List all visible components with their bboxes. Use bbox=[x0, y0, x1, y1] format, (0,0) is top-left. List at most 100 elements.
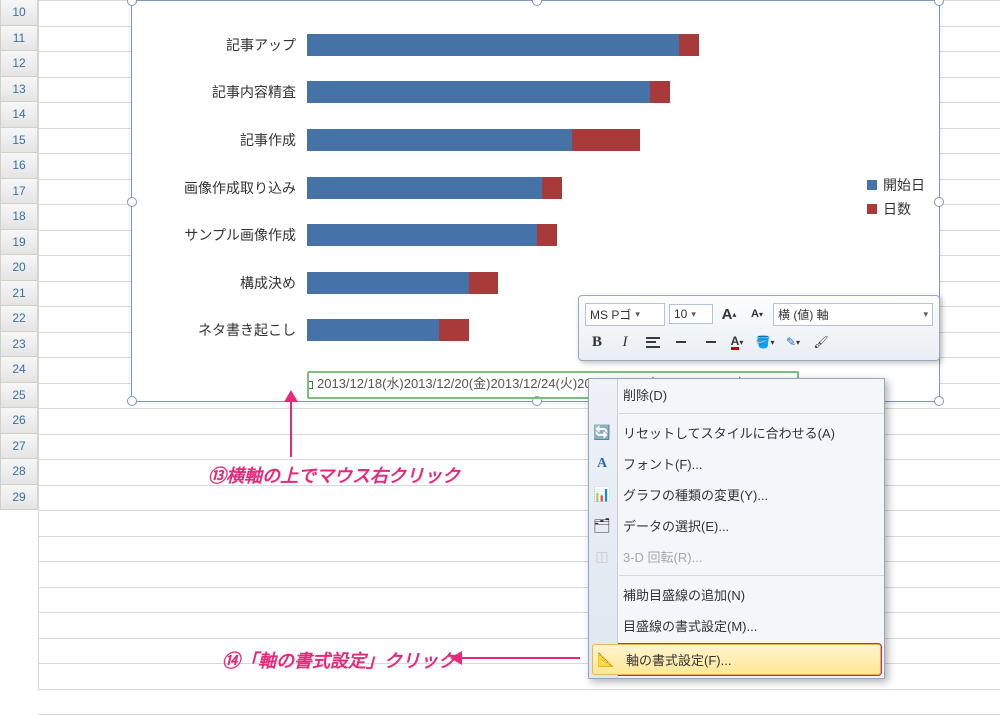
bar-series-a[interactable] bbox=[307, 224, 537, 246]
row-header[interactable]: 26 bbox=[0, 408, 38, 434]
context-menu: 削除(D) 🔄リセットしてスタイルに合わせる(A) Aフォント(F)... 📊グ… bbox=[588, 378, 885, 679]
row-header[interactable]: 12 bbox=[0, 51, 38, 77]
align-right-button[interactable] bbox=[697, 330, 721, 354]
y-tick: ネタ書き起こし bbox=[198, 320, 296, 340]
bar-series-b[interactable] bbox=[542, 177, 562, 199]
row-header[interactable]: 16 bbox=[0, 153, 38, 179]
resize-handle[interactable] bbox=[127, 396, 137, 406]
bar-series-a[interactable] bbox=[307, 272, 469, 294]
menu-reset-style[interactable]: 🔄リセットしてスタイルに合わせる(A) bbox=[589, 417, 884, 448]
menu-add-minor-gridlines[interactable]: 補助目盛線の追加(N) bbox=[589, 579, 884, 610]
row-header[interactable]: 11 bbox=[0, 26, 38, 52]
menu-format-axis[interactable]: 📐軸の書式設定(F)... bbox=[592, 644, 881, 675]
row-header[interactable]: 19 bbox=[0, 230, 38, 256]
menu-change-chart-type[interactable]: 📊グラフの種類の変更(Y)... bbox=[589, 479, 884, 510]
row-header[interactable]: 10 bbox=[0, 0, 38, 26]
annotation-13: ⑬横軸の上でマウス右クリック bbox=[208, 462, 460, 488]
row-header[interactable]: 24 bbox=[0, 357, 38, 383]
arrow-line bbox=[290, 397, 292, 457]
bar-series-a[interactable] bbox=[307, 177, 542, 199]
row-header[interactable]: 15 bbox=[0, 128, 38, 154]
pencil-icon: ✎ bbox=[786, 335, 796, 349]
row-header[interactable]: 14 bbox=[0, 102, 38, 128]
bar-series-b[interactable] bbox=[469, 272, 498, 294]
legend-swatch bbox=[867, 204, 877, 214]
bar-row[interactable] bbox=[307, 224, 797, 246]
bar-series-a[interactable] bbox=[307, 81, 650, 103]
align-left-button[interactable] bbox=[641, 330, 665, 354]
axis-handle[interactable] bbox=[307, 381, 313, 389]
legend-item[interactable]: 開始日 bbox=[867, 175, 925, 195]
bar-series-b[interactable] bbox=[439, 319, 468, 341]
bar-series-a[interactable] bbox=[307, 34, 679, 56]
legend-label: 開始日 bbox=[883, 175, 925, 195]
menu-3d-rotation: ◫3-D 回転(R)... bbox=[589, 541, 884, 572]
menu-delete[interactable]: 削除(D) bbox=[589, 379, 884, 410]
bar-row[interactable] bbox=[307, 272, 797, 294]
bar-series-b[interactable] bbox=[679, 34, 699, 56]
legend-swatch bbox=[867, 180, 877, 190]
resize-handle[interactable] bbox=[934, 197, 944, 207]
resize-handle[interactable] bbox=[127, 0, 137, 6]
row-header[interactable]: 25 bbox=[0, 383, 38, 409]
align-center-button[interactable] bbox=[669, 330, 693, 354]
row-header[interactable]: 27 bbox=[0, 434, 38, 460]
bar-row[interactable] bbox=[307, 177, 797, 199]
legend-item[interactable]: 日数 bbox=[867, 199, 925, 219]
row-header[interactable]: 22 bbox=[0, 306, 38, 332]
row-header-gutter: 10 11 12 13 14 15 16 17 18 19 20 21 22 2… bbox=[0, 0, 38, 510]
italic-button[interactable]: I bbox=[613, 330, 637, 354]
menu-separator bbox=[619, 575, 884, 576]
bold-button[interactable]: B bbox=[585, 330, 609, 354]
y-tick: 記事アップ bbox=[226, 35, 296, 55]
select-data-icon: 🗂 bbox=[593, 517, 611, 535]
bar-series-b[interactable] bbox=[650, 81, 670, 103]
chart-legend[interactable]: 開始日 日数 bbox=[867, 171, 925, 223]
row-header[interactable]: 29 bbox=[0, 485, 38, 511]
arrow-line bbox=[460, 657, 580, 659]
font-color-button[interactable]: A▾ bbox=[725, 330, 749, 354]
format-axis-icon: 📐 bbox=[597, 651, 615, 669]
row-header[interactable]: 20 bbox=[0, 255, 38, 281]
row-header[interactable]: 17 bbox=[0, 179, 38, 205]
arrow-head-icon bbox=[450, 651, 462, 665]
y-tick: 構成決め bbox=[240, 273, 296, 293]
row-header[interactable]: 13 bbox=[0, 77, 38, 103]
menu-font[interactable]: Aフォント(F)... bbox=[589, 448, 884, 479]
y-tick: サンプル画像作成 bbox=[184, 225, 296, 245]
fill-color-button[interactable]: 🪣▾ bbox=[753, 330, 777, 354]
shrink-font-button[interactable]: A▾ bbox=[745, 302, 769, 326]
y-axis-labels[interactable]: 記事アップ 記事内容精査 記事作成 画像作成取り込み サンプル画像作成 構成決め… bbox=[132, 21, 302, 361]
resize-handle[interactable] bbox=[532, 0, 542, 6]
bar-series-b[interactable] bbox=[572, 129, 641, 151]
y-tick: 記事内容精査 bbox=[212, 82, 296, 102]
font-size-select[interactable]: 10▾ bbox=[669, 304, 713, 324]
bar-series-a[interactable] bbox=[307, 319, 439, 341]
bar-row[interactable] bbox=[307, 81, 797, 103]
menu-format-gridlines[interactable]: 目盛線の書式設定(M)... bbox=[589, 610, 884, 641]
bar-series-a[interactable] bbox=[307, 129, 572, 151]
mini-toolbar[interactable]: MS Pゴ▾ 10▾ A▴ A▾ 横 (値) 軸▾ B I A▾ 🪣▾ ✎▾ 🖌 bbox=[578, 295, 940, 361]
chart-type-icon: 📊 bbox=[593, 486, 611, 504]
font-name-select[interactable]: MS Pゴ▾ bbox=[585, 303, 665, 326]
row-header[interactable]: 23 bbox=[0, 332, 38, 358]
brush-icon: 🖌 bbox=[813, 335, 828, 349]
y-tick: 記事作成 bbox=[240, 130, 296, 150]
menu-separator bbox=[619, 413, 884, 414]
annotation-14: ⑭「軸の書式設定」クリック bbox=[222, 647, 456, 673]
menu-select-data[interactable]: 🗂データの選択(E)... bbox=[589, 510, 884, 541]
legend-label: 日数 bbox=[883, 199, 911, 219]
grow-font-button[interactable]: A▴ bbox=[717, 302, 741, 326]
bar-row[interactable] bbox=[307, 129, 797, 151]
bar-row[interactable] bbox=[307, 34, 797, 56]
format-painter-button[interactable]: 🖌 bbox=[809, 330, 833, 354]
row-header[interactable]: 18 bbox=[0, 204, 38, 230]
paint-bucket-icon: 🪣 bbox=[756, 335, 771, 349]
resize-handle[interactable] bbox=[934, 396, 944, 406]
chart-element-select[interactable]: 横 (値) 軸▾ bbox=[773, 303, 933, 326]
row-header[interactable]: 28 bbox=[0, 459, 38, 485]
arrow-head-icon bbox=[284, 390, 298, 402]
row-header[interactable]: 21 bbox=[0, 281, 38, 307]
bar-series-b[interactable] bbox=[537, 224, 557, 246]
outline-button[interactable]: ✎▾ bbox=[781, 330, 805, 354]
